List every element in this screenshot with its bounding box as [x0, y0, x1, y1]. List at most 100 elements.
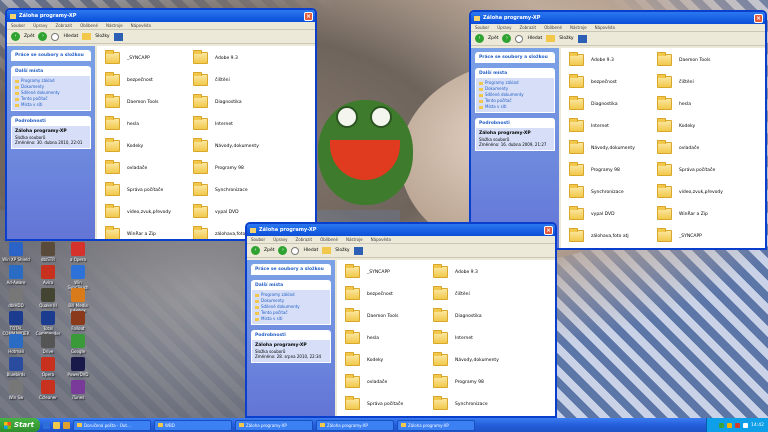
back-arrow-icon[interactable]: ‹ — [251, 246, 260, 255]
menu-item[interactable]: Úpravy — [33, 23, 47, 28]
search-button[interactable]: Hledat — [527, 36, 542, 41]
folder-item[interactable]: Diagnostika — [433, 308, 482, 322]
folder-item[interactable]: Správa počítače — [345, 396, 403, 410]
taskbar-button[interactable]: Doručená pošta - Out… — [73, 419, 151, 431]
desktop-icon[interactable]: Win SyncTouch — [64, 265, 92, 290]
folder-item[interactable]: čištění — [193, 72, 230, 86]
forward-arrow-icon[interactable]: › — [278, 246, 288, 255]
menu-item[interactable]: Oblíbené — [320, 237, 338, 242]
folders-button[interactable]: Složky — [335, 248, 349, 253]
folder-item[interactable]: WinRar a Zip — [105, 226, 156, 239]
taskbar-button[interactable]: Záloha programy-XP — [235, 419, 313, 431]
desktop-icon[interactable]: Win XP Shield — [2, 242, 30, 262]
search-icon[interactable] — [51, 32, 60, 41]
folder-item[interactable]: Adobe 9.3 — [193, 50, 238, 64]
desktop-icon[interactable]: Hotmail — [2, 334, 30, 354]
folder-item[interactable]: Daemon Tools — [345, 308, 399, 322]
folder-item[interactable]: hesla — [345, 330, 379, 344]
folder-item[interactable]: Synchronizace — [569, 184, 624, 198]
details-box-header[interactable]: Podrobnosti — [12, 117, 90, 126]
folder-item[interactable]: Diagnostika — [193, 94, 242, 108]
desktop-icon[interactable]: Bill Media Jukebox — [64, 288, 92, 313]
desktop-icon[interactable]: Drive — [34, 334, 62, 354]
show-desktop-icon[interactable] — [53, 421, 60, 429]
tasks-box-header[interactable]: Práce se soubory a složkou — [12, 51, 90, 60]
folder-item[interactable]: video,zvuk,převody — [105, 204, 171, 218]
folder-item[interactable]: Návody,dokumenty — [193, 138, 259, 152]
folder-item[interactable]: vypal DVD — [193, 204, 239, 218]
menu-item[interactable]: Soubor — [475, 25, 489, 30]
folder-item[interactable]: Správa počítače — [657, 162, 715, 176]
folder-item[interactable]: WinRar a Zip — [657, 206, 708, 220]
desktop-icon[interactable]: Ccleaner — [34, 380, 62, 400]
desktop-icon[interactable]: Quake III — [34, 288, 62, 308]
close-button[interactable]: × — [304, 11, 313, 21]
views-icon[interactable] — [577, 34, 587, 43]
forward-arrow-icon[interactable]: › — [502, 34, 512, 43]
folder-item[interactable]: Kodeky — [105, 138, 143, 152]
place-link[interactable]: Místa v síti — [15, 102, 87, 108]
folder-item[interactable]: Správa počítače — [105, 182, 163, 196]
menu-item[interactable]: Nápověda — [595, 25, 615, 30]
menu-item[interactable]: Oblíbené — [80, 23, 98, 28]
taskbar-button[interactable]: Záloha programy-XP — [397, 419, 475, 431]
taskbar-button[interactable]: WBD — [154, 419, 232, 431]
folder-item[interactable]: Internet — [433, 330, 473, 344]
outlook-icon[interactable] — [63, 421, 70, 429]
folder-item[interactable]: Programy 98 — [433, 374, 484, 388]
folder-item[interactable]: ovladače — [105, 160, 147, 174]
ie-icon[interactable] — [43, 421, 50, 429]
desktop-icon[interactable]: dblHDD — [2, 288, 30, 308]
folder-item[interactable]: Programy 98 — [193, 160, 244, 174]
back-button[interactable]: Zpět — [488, 36, 498, 41]
folder-item[interactable]: Adobe 9.3 — [569, 52, 614, 66]
folder-item[interactable]: Synchronizace — [433, 396, 488, 410]
folder-item[interactable]: zálohava,foto atj — [193, 226, 253, 239]
menu-item[interactable]: Úpravy — [273, 237, 287, 242]
folder-item[interactable]: Návody,dokumenty — [569, 140, 635, 154]
details-box-header[interactable]: Podrobnosti — [476, 119, 554, 128]
desktop-icon[interactable]: Fallout — [64, 311, 92, 331]
places-box-header[interactable]: Další místa — [476, 69, 554, 78]
place-link[interactable]: Místa v síti — [479, 104, 551, 110]
menu-item[interactable]: Soubor — [251, 237, 265, 242]
folder-item[interactable]: Daemon Tools — [105, 94, 159, 108]
search-icon[interactable] — [291, 246, 300, 255]
folder-item[interactable]: hesla — [105, 116, 139, 130]
folder-item[interactable]: video,zvuk,převody — [657, 184, 723, 198]
details-box-header[interactable]: Podrobnosti — [252, 331, 330, 340]
menu-item[interactable]: Oblíbené — [544, 25, 562, 30]
folder-item[interactable]: vypal DVD — [569, 206, 615, 220]
menu-item[interactable]: Soubor — [11, 23, 25, 28]
desktop-icon[interactable]: Ad-Aware — [2, 265, 30, 285]
folder-item[interactable]: Kodeky — [345, 352, 383, 366]
desktop-icon[interactable]: Bluebirds — [2, 357, 30, 377]
folder-item[interactable]: Programy 98 — [569, 162, 620, 176]
folders-button[interactable]: Složky — [559, 36, 573, 41]
menu-item[interactable]: Zobrazit — [295, 237, 312, 242]
folder-item[interactable]: čištění — [433, 286, 470, 300]
folder-item[interactable]: ovladače — [657, 140, 699, 154]
desktop-icon[interactable]: PowerDVD — [64, 357, 92, 377]
menu-item[interactable]: Nápověda — [131, 23, 151, 28]
tray-network-icon[interactable] — [719, 422, 725, 428]
folder-item[interactable]: _SYNCAPP — [105, 50, 150, 64]
menu-item[interactable]: Nástroje — [346, 237, 363, 242]
desktop-icon[interactable]: a Opera — [64, 242, 92, 262]
back-button[interactable]: Zpět — [24, 34, 34, 39]
tray-volume-icon[interactable] — [743, 422, 749, 428]
title-bar[interactable]: Záloha programy-XP × — [471, 12, 765, 24]
start-button[interactable]: Start — [0, 418, 40, 432]
folder-item[interactable]: čištění — [657, 74, 694, 88]
tray-antivirus-icon[interactable] — [735, 422, 741, 428]
menu-item[interactable]: Nápověda — [371, 237, 391, 242]
views-icon[interactable] — [353, 246, 363, 255]
title-bar[interactable]: Záloha programy-XP × — [247, 224, 555, 236]
title-bar[interactable]: Záloha programy-XP × — [7, 10, 315, 22]
folders-icon[interactable] — [546, 35, 556, 42]
search-button[interactable]: Hledat — [303, 248, 318, 253]
folder-item[interactable]: zálohava,foto atj — [569, 228, 629, 242]
folder-item[interactable]: bezpečnost — [569, 74, 617, 88]
folder-item[interactable]: _SYNCAPP — [345, 264, 390, 278]
views-icon[interactable] — [113, 32, 123, 41]
